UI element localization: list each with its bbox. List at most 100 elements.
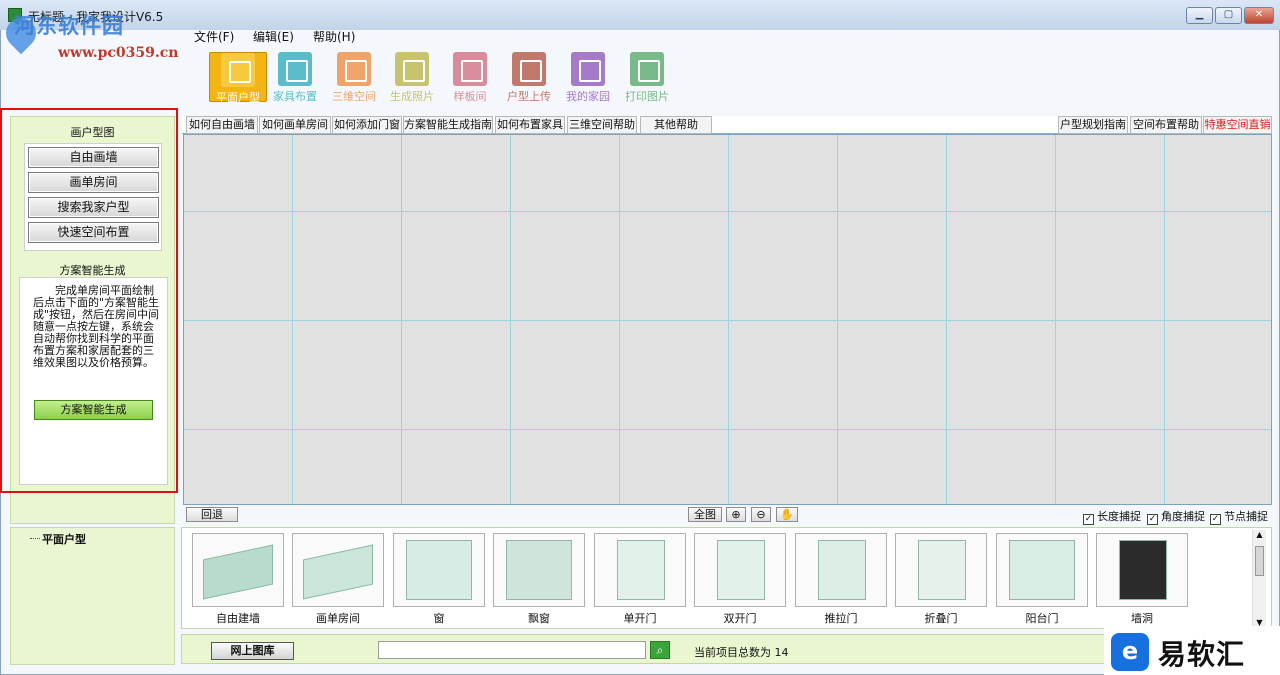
angle-snap-checkbox[interactable]: ✓ 角度捕捉 bbox=[1147, 508, 1205, 525]
printer-icon bbox=[630, 52, 664, 86]
angle-snap-label: 角度捕捉 bbox=[1161, 510, 1205, 523]
gallery-shape bbox=[617, 540, 665, 600]
zoom-in-icon[interactable]: ⊕ bbox=[726, 507, 746, 522]
toolbar-label: 家具布置 bbox=[273, 90, 317, 103]
help-tab[interactable]: 如何自由画墙 bbox=[186, 116, 258, 134]
help-tab[interactable]: 三维空间帮助 bbox=[567, 116, 637, 134]
watermark-site-name: 河东软件园 bbox=[14, 13, 124, 38]
gallery-item[interactable]: 画单房间 bbox=[292, 533, 384, 626]
gallery-thumbnail bbox=[795, 533, 887, 607]
tree-item-floorplan[interactable]: 平面户型 bbox=[42, 531, 86, 547]
node-snap-label: 节点捕捉 bbox=[1224, 510, 1268, 523]
search-icon[interactable]: ⌕ bbox=[650, 641, 670, 659]
toolbar-camera-button[interactable]: 生成照片 bbox=[383, 52, 441, 103]
gallery-thumbnail bbox=[192, 533, 284, 607]
chair-icon bbox=[278, 52, 312, 86]
gallery-shape bbox=[203, 544, 273, 600]
gallery-item[interactable]: 推拉门 bbox=[795, 533, 887, 626]
fit-all-button[interactable]: 全图 bbox=[688, 507, 722, 522]
minimize-button[interactable]: ▁ bbox=[1186, 7, 1213, 24]
gallery-caption: 飘窗 bbox=[528, 612, 550, 625]
toolbar-label: 我的家园 bbox=[566, 90, 610, 103]
toolbar-room-button[interactable]: 样板间 bbox=[441, 52, 499, 103]
gallery-caption: 单开门 bbox=[623, 612, 657, 625]
toolbar-printer-button[interactable]: 打印图片 bbox=[618, 52, 676, 103]
help-tab[interactable]: 如何添加门窗 bbox=[332, 116, 402, 134]
toolbar-label: 样板间 bbox=[453, 90, 487, 103]
toolbar-pencil-button[interactable]: 平面户型 bbox=[209, 52, 267, 104]
pencil-icon bbox=[221, 53, 255, 87]
gallery-shape bbox=[506, 540, 572, 600]
gallery-item[interactable]: 飘窗 bbox=[493, 533, 585, 626]
length-snap-label: 长度捕捉 bbox=[1097, 510, 1141, 523]
help-tab[interactable]: 如何布置家具 bbox=[495, 116, 565, 134]
item-count: 当前项目总数为 14 bbox=[694, 646, 789, 659]
gallery-thumbnail bbox=[694, 533, 786, 607]
scroll-up-icon[interactable]: ▲ bbox=[1253, 530, 1266, 539]
grid-line bbox=[184, 320, 1271, 321]
gallery-item[interactable]: 双开门 bbox=[694, 533, 786, 626]
toolbar-disk-button[interactable]: 户型上传 bbox=[500, 52, 558, 103]
online-library-button[interactable]: 网上图库 bbox=[211, 642, 294, 660]
length-snap-checkbox[interactable]: ✓ 长度捕捉 bbox=[1083, 508, 1141, 525]
gallery-scrollbar[interactable]: ▲ ▼ bbox=[1252, 530, 1266, 627]
search-input[interactable] bbox=[378, 641, 646, 659]
menu-help[interactable]: 帮助(H) bbox=[313, 28, 355, 45]
grid-line bbox=[184, 429, 1271, 430]
toolbar-chair-button[interactable]: 家具布置 bbox=[266, 52, 324, 103]
gallery-caption: 墙洞 bbox=[1131, 612, 1153, 625]
help-tab[interactable]: 如何画单房间 bbox=[259, 116, 331, 134]
help-tab[interactable]: 其他帮助 bbox=[640, 116, 712, 134]
title-bar bbox=[0, 0, 1280, 30]
help-tab-right[interactable]: 户型规划指南 bbox=[1058, 116, 1128, 134]
pan-hand-icon[interactable]: ✋ bbox=[776, 507, 798, 522]
help-tab-right[interactable]: 特惠空间直销 bbox=[1203, 116, 1272, 134]
gallery-shape bbox=[303, 544, 373, 600]
disk-icon bbox=[512, 52, 546, 86]
cube-icon bbox=[337, 52, 371, 86]
gallery-thumbnail bbox=[292, 533, 384, 607]
gallery-caption: 画单房间 bbox=[316, 612, 360, 625]
undo-button[interactable]: 回退 bbox=[186, 507, 238, 522]
menu-file[interactable]: 文件(F) bbox=[194, 28, 234, 45]
room-icon bbox=[453, 52, 487, 86]
home-icon bbox=[571, 52, 605, 86]
gallery-shape bbox=[818, 540, 866, 600]
drawing-canvas[interactable] bbox=[183, 134, 1272, 505]
gallery-caption: 折叠门 bbox=[924, 612, 958, 625]
gallery-thumbnail bbox=[1096, 533, 1188, 607]
gallery-thumbnail bbox=[996, 533, 1088, 607]
camera-icon bbox=[395, 52, 429, 86]
gallery-item[interactable]: 自由建墙 bbox=[192, 533, 284, 626]
gallery-thumbnail bbox=[493, 533, 585, 607]
help-tab-right[interactable]: 空间布置帮助 bbox=[1130, 116, 1202, 134]
gallery-thumbnail bbox=[393, 533, 485, 607]
tree-connector bbox=[30, 538, 40, 539]
gallery-caption: 推拉门 bbox=[824, 612, 858, 625]
brand-name: 易软汇 bbox=[1158, 638, 1246, 671]
gallery-item[interactable]: 阳台门 bbox=[996, 533, 1088, 626]
menu-edit[interactable]: 编辑(E) bbox=[253, 28, 294, 45]
close-button[interactable]: ✕ bbox=[1244, 7, 1274, 24]
toolbar-home-button[interactable]: 我的家园 bbox=[559, 52, 617, 103]
category-tree bbox=[10, 527, 175, 665]
help-tab[interactable]: 方案智能生成指南 bbox=[403, 116, 493, 134]
maximize-button[interactable]: ▢ bbox=[1215, 7, 1242, 24]
toolbar-label: 生成照片 bbox=[390, 90, 434, 103]
highlight-frame bbox=[0, 108, 178, 493]
gallery-caption: 阳台门 bbox=[1025, 612, 1059, 625]
gallery-item[interactable]: 窗 bbox=[393, 533, 485, 626]
gallery-item[interactable]: 单开门 bbox=[594, 533, 686, 626]
toolbar-label: 打印图片 bbox=[625, 90, 669, 103]
gallery-thumbnail bbox=[594, 533, 686, 607]
node-snap-checkbox[interactable]: ✓ 节点捕捉 bbox=[1210, 508, 1268, 525]
brand-logo-icon: e bbox=[1111, 633, 1149, 671]
gallery-item[interactable]: 折叠门 bbox=[895, 533, 987, 626]
scroll-thumb[interactable] bbox=[1255, 546, 1264, 576]
watermark-url: www.pc0359.cn bbox=[58, 45, 179, 61]
toolbar-cube-button[interactable]: 三维空间 bbox=[325, 52, 383, 103]
gallery-shape bbox=[406, 540, 472, 600]
zoom-out-icon[interactable]: ⊖ bbox=[751, 507, 771, 522]
gallery-item[interactable]: 墙洞 bbox=[1096, 533, 1188, 626]
gallery-shape bbox=[1119, 540, 1167, 600]
